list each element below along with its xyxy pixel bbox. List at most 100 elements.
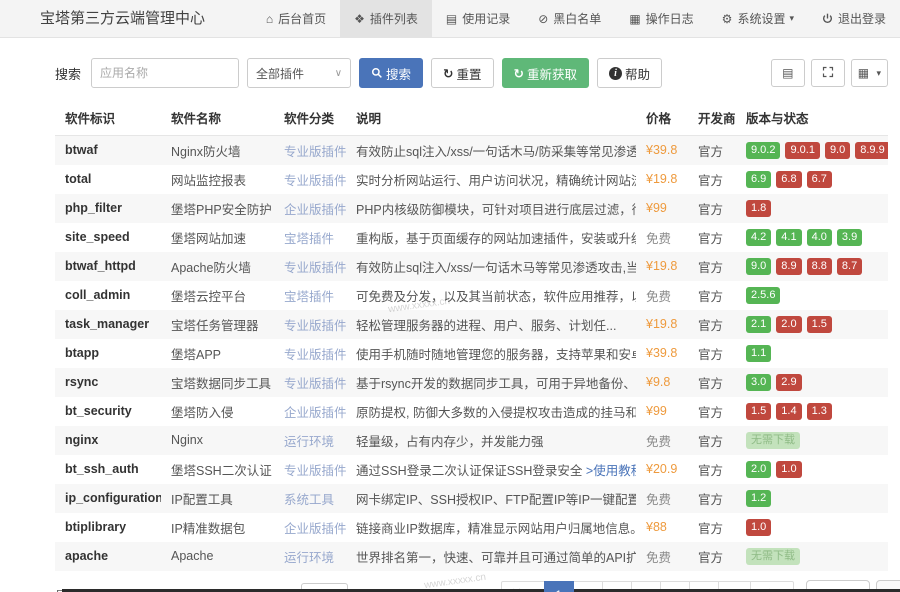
cell-price: 免费 (636, 426, 688, 455)
cell-category-link[interactable]: 专业版插件 (274, 455, 346, 484)
cell-plugin-id: site_speed (55, 223, 161, 252)
version-badge[interactable]: 2.0 (746, 461, 771, 478)
nav-item-plugin-list[interactable]: ❖插件列表 (340, 0, 432, 37)
gear-icon: ⚙ (722, 12, 733, 26)
version-badge[interactable]: 1.1 (746, 345, 771, 362)
version-badge[interactable]: 9.0 (746, 258, 771, 275)
fullscreen-button[interactable] (811, 59, 845, 87)
version-badge[interactable]: 1.0 (776, 461, 801, 478)
cell-category-link[interactable]: 专业版插件 (274, 339, 346, 368)
version-badge[interactable]: 1.3 (807, 403, 832, 420)
plugin-table: 软件标识软件名称软件分类说明价格开发商版本与状态 btwafNginx防火墙专业… (55, 100, 888, 571)
version-badge[interactable]: 1.0 (746, 519, 771, 536)
detail-view-button[interactable]: ▤ (771, 59, 805, 87)
version-badge[interactable]: 2.1 (746, 316, 771, 333)
cell-description: 世界排名第一，快速、可靠并且可通过简单的API扩充 (346, 542, 636, 571)
cell-plugin-name: 网站监控报表 (161, 165, 274, 194)
cell-category-link[interactable]: 企业版插件 (274, 513, 346, 542)
cell-developer: 官方 (688, 397, 736, 426)
version-badge[interactable]: 无需下载 (746, 432, 800, 449)
search-input[interactable] (91, 58, 239, 88)
nav-item-usage-log[interactable]: ▤使用记录 (432, 0, 524, 37)
cell-plugin-name: 堡塔云控平台 (161, 281, 274, 310)
cell-versions: 2.1 2.0 1.5 (736, 310, 888, 339)
power-icon (822, 13, 833, 24)
version-badge[interactable]: 1.8 (746, 200, 771, 217)
column-header: 说明 (346, 100, 636, 136)
version-badge[interactable]: 2.9 (776, 374, 801, 391)
cell-category-link[interactable]: 专业版插件 (274, 165, 346, 194)
columns-toggle-button[interactable]: ▦ ▾ (851, 59, 888, 87)
cell-developer: 官方 (688, 513, 736, 542)
cell-category-link[interactable]: 专业版插件 (274, 252, 346, 281)
version-badge[interactable]: 1.5 (807, 316, 832, 333)
cell-price: 免费 (636, 484, 688, 513)
version-badge[interactable]: 4.0 (807, 229, 832, 246)
fullscreen-icon (822, 66, 834, 81)
nav-item-home[interactable]: ⌂后台首页 (252, 0, 340, 37)
cell-developer: 官方 (688, 368, 736, 397)
cell-category-link[interactable]: 专业版插件 (274, 136, 346, 165)
version-badge[interactable]: 无需下载 (746, 548, 800, 565)
column-header: 价格 (636, 100, 688, 136)
version-badge[interactable]: 8.8 (807, 258, 832, 275)
nav-item-logout[interactable]: 退出登录 (808, 0, 900, 37)
cell-versions: 9.0 8.9 8.8 8.7 (736, 252, 888, 281)
cell-category-link[interactable]: 专业版插件 (274, 310, 346, 339)
cell-plugin-id: bt_ssh_auth (55, 455, 161, 484)
table-body: btwafNginx防火墙专业版插件有效防止sql注入/xss/一句话木马/防采… (55, 136, 888, 571)
cell-plugin-id: total (55, 165, 161, 194)
version-badge[interactable]: 4.2 (746, 229, 771, 246)
version-badge[interactable]: 3.9 (837, 229, 862, 246)
version-badge[interactable]: 9.0.1 (785, 142, 819, 159)
version-badge[interactable]: 6.9 (746, 171, 771, 188)
description-link[interactable]: >使用教程 (586, 464, 636, 478)
version-badge[interactable]: 8.7 (837, 258, 862, 275)
cell-category-link[interactable]: 运行环境 (274, 426, 346, 455)
cell-category-link[interactable]: 系统工具 (274, 484, 346, 513)
pagination-page-1[interactable]: 1 (544, 581, 574, 592)
cell-category-link[interactable]: 宝塔插件 (274, 223, 346, 252)
version-badge[interactable]: 8.9 (776, 258, 801, 275)
cell-versions: 9.0.2 9.0.1 9.0 8.9.9 (736, 136, 888, 165)
nav-item-blacklist[interactable]: ⊘黑白名单 (524, 0, 615, 37)
cell-category-link[interactable]: 企业版插件 (274, 397, 346, 426)
nav-item-operation-log[interactable]: ▦操作日志 (615, 0, 707, 37)
version-badge[interactable]: 6.7 (807, 171, 832, 188)
cell-plugin-name: Apache (161, 542, 274, 571)
version-badge[interactable]: 9.0.2 (746, 142, 780, 159)
cell-category-link[interactable]: 企业版插件 (274, 194, 346, 223)
help-button[interactable]: i 帮助 (597, 58, 662, 88)
version-badge[interactable]: 2.5.6 (746, 287, 780, 304)
cell-versions: 1.2 (736, 484, 888, 513)
refetch-button[interactable]: ↻ 重新获取 (502, 58, 590, 88)
cell-price: ¥88 (636, 513, 688, 542)
cell-price: ¥39.8 (636, 339, 688, 368)
search-button[interactable]: 搜索 (359, 58, 423, 88)
version-badge[interactable]: 6.8 (776, 171, 801, 188)
cell-category-link[interactable]: 运行环境 (274, 542, 346, 571)
refresh-icon: ↻ (443, 66, 453, 81)
version-badge[interactable]: 3.0 (746, 374, 771, 391)
cell-plugin-name: Nginx (161, 426, 274, 455)
reset-button[interactable]: ↻ 重置 (431, 58, 494, 88)
cell-versions: 1.8 (736, 194, 888, 223)
cell-price: ¥39.8 (636, 136, 688, 165)
cell-category-link[interactable]: 专业版插件 (274, 368, 346, 397)
cell-category-link[interactable]: 宝塔插件 (274, 281, 346, 310)
version-badge[interactable]: 1.2 (746, 490, 771, 507)
version-badge[interactable]: 9.0 (825, 142, 850, 159)
cell-plugin-name: 堡塔APP (161, 339, 274, 368)
cell-description: 原防提权, 防御大多数的入侵提权攻击造成的挂马和被挖矿... (346, 397, 636, 426)
nav-item-settings[interactable]: ⚙系统设置▾ (708, 0, 808, 37)
category-filter-select[interactable]: 全部插件 ∨ (247, 58, 351, 88)
table-row: task_manager宝塔任务管理器专业版插件轻松管理服务器的进程、用户、服务… (55, 310, 888, 339)
version-badge[interactable]: 1.4 (776, 403, 801, 420)
cell-plugin-id: btapp (55, 339, 161, 368)
version-badge[interactable]: 8.9.9 (855, 142, 888, 159)
version-badge[interactable]: 2.0 (776, 316, 801, 333)
plugin-icon: ❖ (354, 12, 365, 26)
cell-price: 免费 (636, 223, 688, 252)
version-badge[interactable]: 1.5 (746, 403, 771, 420)
version-badge[interactable]: 4.1 (776, 229, 801, 246)
